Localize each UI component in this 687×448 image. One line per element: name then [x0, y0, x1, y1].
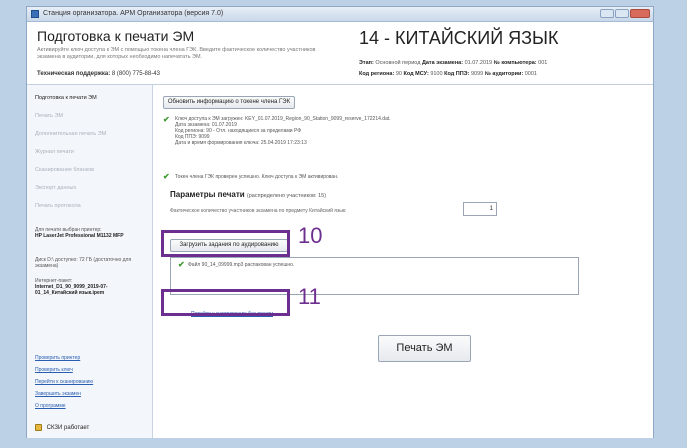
link-finish-exam[interactable]: Завершить экзамен — [35, 391, 93, 397]
callout-frame-load-button — [161, 230, 290, 257]
check-icon: ✔ — [163, 172, 170, 181]
sidebar-item-audio[interactable]: Журнал печати — [35, 149, 106, 155]
page-description: Активируйте ключ доступа к ЭМ с помощью … — [37, 47, 316, 60]
quantity-input[interactable]: 1 — [463, 202, 497, 216]
params-note: (распределено участников: 15) — [246, 193, 327, 199]
meta-value: 90 — [395, 71, 402, 77]
token-status: Токен члена ГЭК проверен успешно. Ключ д… — [175, 174, 339, 180]
refresh-token-button[interactable]: Обновить информацию о токене члена ГЭК — [163, 96, 295, 109]
window-title: Станция организатора. АРМ Организатора (… — [43, 10, 224, 17]
check-icon: ✔ — [178, 260, 185, 269]
link-check-printer[interactable]: Проверить принтер — [35, 355, 93, 361]
close-button[interactable] — [630, 9, 650, 18]
meta-label: Код ППЭ: — [444, 71, 470, 77]
print-params-title: Параметры печати (распределено участнико… — [170, 190, 326, 199]
sidebar-item-scan[interactable]: Сканирование бланков — [35, 167, 106, 173]
meta-label: № компьютера: — [493, 60, 537, 66]
check-icon: ✔ — [163, 115, 170, 124]
meta-label: Этап: — [359, 60, 374, 66]
meta-value: 001 — [538, 60, 548, 66]
link-go-scan[interactable]: Перейти к сканированию — [35, 379, 93, 385]
app-window: Станция организатора. АРМ Организатора (… — [26, 6, 654, 438]
support-label: Техническая поддержка: — [37, 71, 111, 77]
meta-value: 9100 — [430, 71, 443, 77]
meta-value: Основной период — [375, 60, 421, 66]
print-em-button[interactable]: Печать ЭМ — [378, 335, 471, 362]
callout-number-11: 11 — [298, 284, 321, 309]
sidebar: Подготовка к печати ЭМ Печать ЭМ Дополни… — [27, 85, 153, 438]
sidebar-nav: Подготовка к печати ЭМ Печать ЭМ Дополни… — [35, 95, 106, 221]
link-check-key[interactable]: Проверить ключ — [35, 367, 93, 373]
meta-label: Код региона: — [359, 71, 395, 77]
printer-name: HP LaserJet Professional M1132 MFP — [35, 233, 124, 239]
key-info-line: Дата и время формирования ключа: 25.04.2… — [175, 140, 307, 146]
sidebar-item-protocol[interactable]: Печать протокола — [35, 203, 106, 209]
params-title-text: Параметры печати — [170, 190, 245, 199]
disk-info: Диск D:\ доступно: 72 ГБ (достаточно для… — [35, 257, 132, 269]
support-info: Техническая поддержка: 8 (800) 775-88-43 — [37, 71, 160, 77]
title-bar: Станция организатора. АРМ Организатора (… — [27, 7, 653, 22]
link-about[interactable]: О программе — [35, 403, 93, 409]
callout-number-10: 10 — [298, 223, 323, 248]
crypto-status-text: СКЗИ работает — [46, 425, 90, 432]
exam-subject: 14 - КИТАЙСКИЙ ЯЗЫК — [359, 28, 559, 48]
meta-value: 01.07.2019 — [464, 60, 493, 66]
support-phone: 8 (800) 775-88-43 — [111, 71, 160, 77]
meta-label: Код МСУ: — [403, 71, 429, 77]
callout-frame-skip-link — [161, 289, 290, 316]
load-result-text: Файл 90_14_09999.mp3 распакован успешно. — [188, 262, 295, 268]
maximize-button[interactable] — [615, 9, 629, 18]
sidebar-item-extra-print[interactable]: Дополнительная печать ЭМ — [35, 131, 106, 137]
sidebar-links: Проверить принтер Проверить ключ Перейти… — [35, 355, 93, 415]
printer-info: Для печати выбран принтер: HP LaserJet P… — [35, 227, 149, 239]
exam-meta-line1: Этап: Основной период Дата экзамена: 01.… — [359, 60, 547, 66]
meta-value: 0001 — [524, 71, 537, 77]
sidebar-item-print[interactable]: Печать ЭМ — [35, 113, 106, 119]
meta-label: № аудитории: — [484, 71, 524, 77]
meta-label: Дата экзамена: — [421, 60, 464, 66]
app-icon — [31, 10, 39, 18]
meta-value: 9099 — [470, 71, 484, 77]
page-title: Подготовка к печати ЭМ — [37, 28, 195, 44]
main-panel: Обновить информацию о токене члена ГЭК ✔… — [153, 85, 653, 438]
sidebar-item-export[interactable]: Экспорт данных — [35, 185, 106, 191]
sidebar-item-prepare[interactable]: Подготовка к печати ЭМ — [35, 95, 106, 101]
lock-icon — [35, 424, 42, 431]
quantity-label: Фактическое количество участников экзаме… — [170, 208, 347, 214]
crypto-status: СКЗИ работает — [35, 424, 89, 431]
internet-package: Интернет-пакет: Internet_D1_90_9099_2019… — [35, 278, 149, 296]
page-header: Подготовка к печати ЭМ Активируйте ключ … — [27, 22, 653, 85]
exam-meta-line2: Код региона: 90 Код МСУ: 9100 Код ППЭ: 9… — [359, 71, 537, 77]
minimize-button[interactable] — [600, 9, 614, 18]
key-info-lines: Ключ доступа к ЭМ загружен: KEY_01.07.20… — [175, 116, 391, 146]
internet-value: Internet_D1_90_9099_2019-07-01_14_Китайс… — [35, 284, 108, 296]
